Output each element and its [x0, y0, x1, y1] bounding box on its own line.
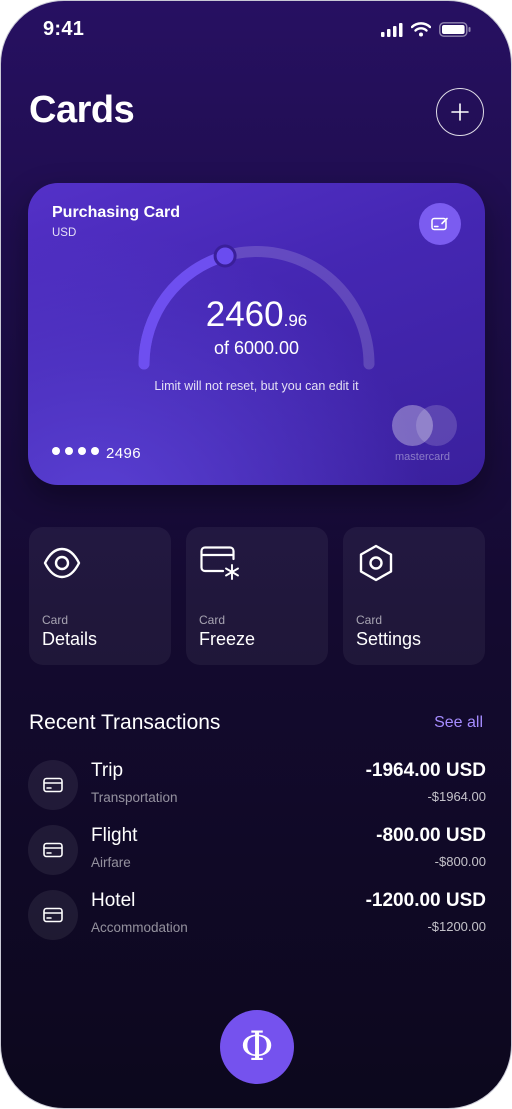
action-label: Freeze — [199, 629, 256, 649]
spent-cents: .96 — [283, 311, 308, 330]
card-icon — [28, 890, 78, 940]
transaction-amount: -1964.00 USD — [365, 760, 486, 781]
battery-icon — [439, 22, 471, 37]
transaction-row[interactable]: Flight Airfare -800.00 USD -$800.00 — [28, 825, 486, 879]
transaction-amount: -1200.00 USD — [365, 890, 486, 911]
status-bar: 9:41 — [1, 1, 511, 61]
card-limit: of 6000.00 — [213, 338, 300, 358]
wifi-icon — [411, 22, 431, 37]
phone-screen: 9:41 Cards Purchasing Card USD 2460.96 o… — [0, 0, 512, 1109]
spent-whole: 2460 — [205, 295, 284, 334]
transaction-row[interactable]: Hotel Accommodation -1200.00 USD -$1200.… — [28, 890, 486, 944]
page-title: Cards — [29, 89, 135, 131]
card-currency: USD — [52, 227, 77, 239]
status-time: 9:41 — [43, 18, 85, 40]
transaction-name: Trip — [91, 760, 124, 781]
eye-icon — [43, 547, 81, 579]
gauge-knob — [213, 244, 237, 268]
edit-card-button[interactable] — [419, 203, 461, 245]
card-icon — [28, 760, 78, 810]
purchasing-card[interactable]: Purchasing Card USD 2460.96 of 6000.00 L… — [28, 183, 485, 485]
card-last4: 2496 — [106, 445, 141, 462]
card-icon — [28, 825, 78, 875]
action-small-label: Card — [42, 613, 69, 627]
card-freeze-icon — [200, 546, 239, 580]
action-label: Details — [42, 629, 98, 649]
transaction-name: Flight — [91, 825, 138, 846]
card-freeze-button[interactable]: Card Freeze — [186, 527, 328, 665]
transaction-amount-usd: -$1964.00 — [427, 789, 486, 804]
spent-amount: 2460.96 — [28, 295, 485, 335]
plus-icon — [451, 103, 469, 121]
see-all-link[interactable]: See all — [434, 714, 483, 732]
card-edit-icon — [431, 217, 448, 231]
mastercard-logo — [392, 405, 462, 449]
transaction-category: Airfare — [91, 855, 131, 870]
signal-icon — [381, 22, 403, 37]
transaction-category: Transportation — [91, 790, 178, 805]
action-label: Settings — [356, 629, 422, 649]
mastercard-label: mastercard — [395, 451, 451, 463]
card-settings-button[interactable]: Card Settings — [343, 527, 485, 665]
status-icons — [381, 22, 471, 37]
transaction-name: Hotel — [91, 890, 136, 911]
hexagon-settings-icon — [359, 544, 393, 582]
transaction-category: Accommodation — [91, 920, 188, 935]
transaction-amount: -800.00 USD — [376, 825, 486, 846]
recent-transactions-title: Recent Transactions — [29, 711, 221, 734]
action-small-label: Card — [356, 613, 383, 627]
transaction-amount-usd: -$800.00 — [434, 854, 486, 869]
transaction-row[interactable]: Trip Transportation -1964.00 USD -$1964.… — [28, 760, 486, 814]
action-small-label: Card — [199, 613, 226, 627]
card-details-button[interactable]: Card Details — [29, 527, 171, 665]
add-card-button[interactable] — [436, 88, 484, 136]
phi-logo-button[interactable]: Φ — [220, 1010, 294, 1084]
limit-note: Limit will not reset, but you can edit i… — [154, 379, 359, 393]
transaction-amount-usd: -$1200.00 — [427, 919, 486, 934]
masked-card-number — [52, 447, 99, 455]
card-name: Purchasing Card — [52, 204, 181, 221]
